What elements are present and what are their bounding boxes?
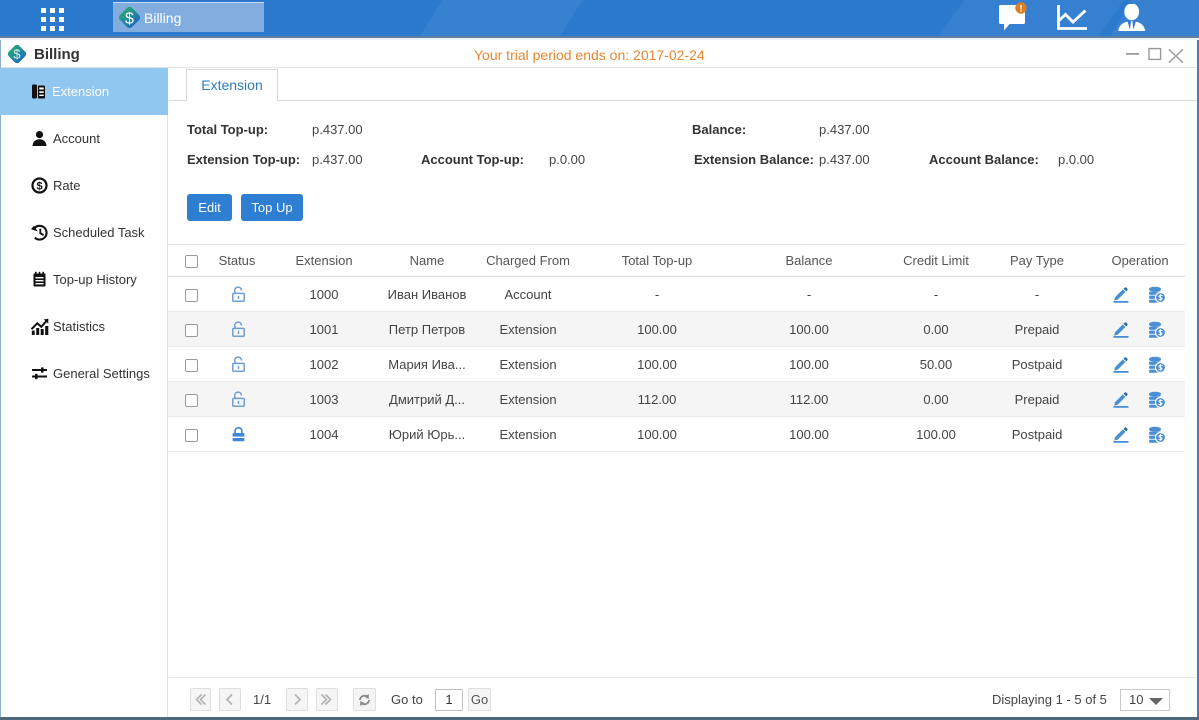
svg-text:$: $ xyxy=(36,181,42,193)
svg-text:$: $ xyxy=(125,10,134,27)
svg-text:$: $ xyxy=(13,46,20,61)
svg-text:!: ! xyxy=(1019,4,1022,15)
